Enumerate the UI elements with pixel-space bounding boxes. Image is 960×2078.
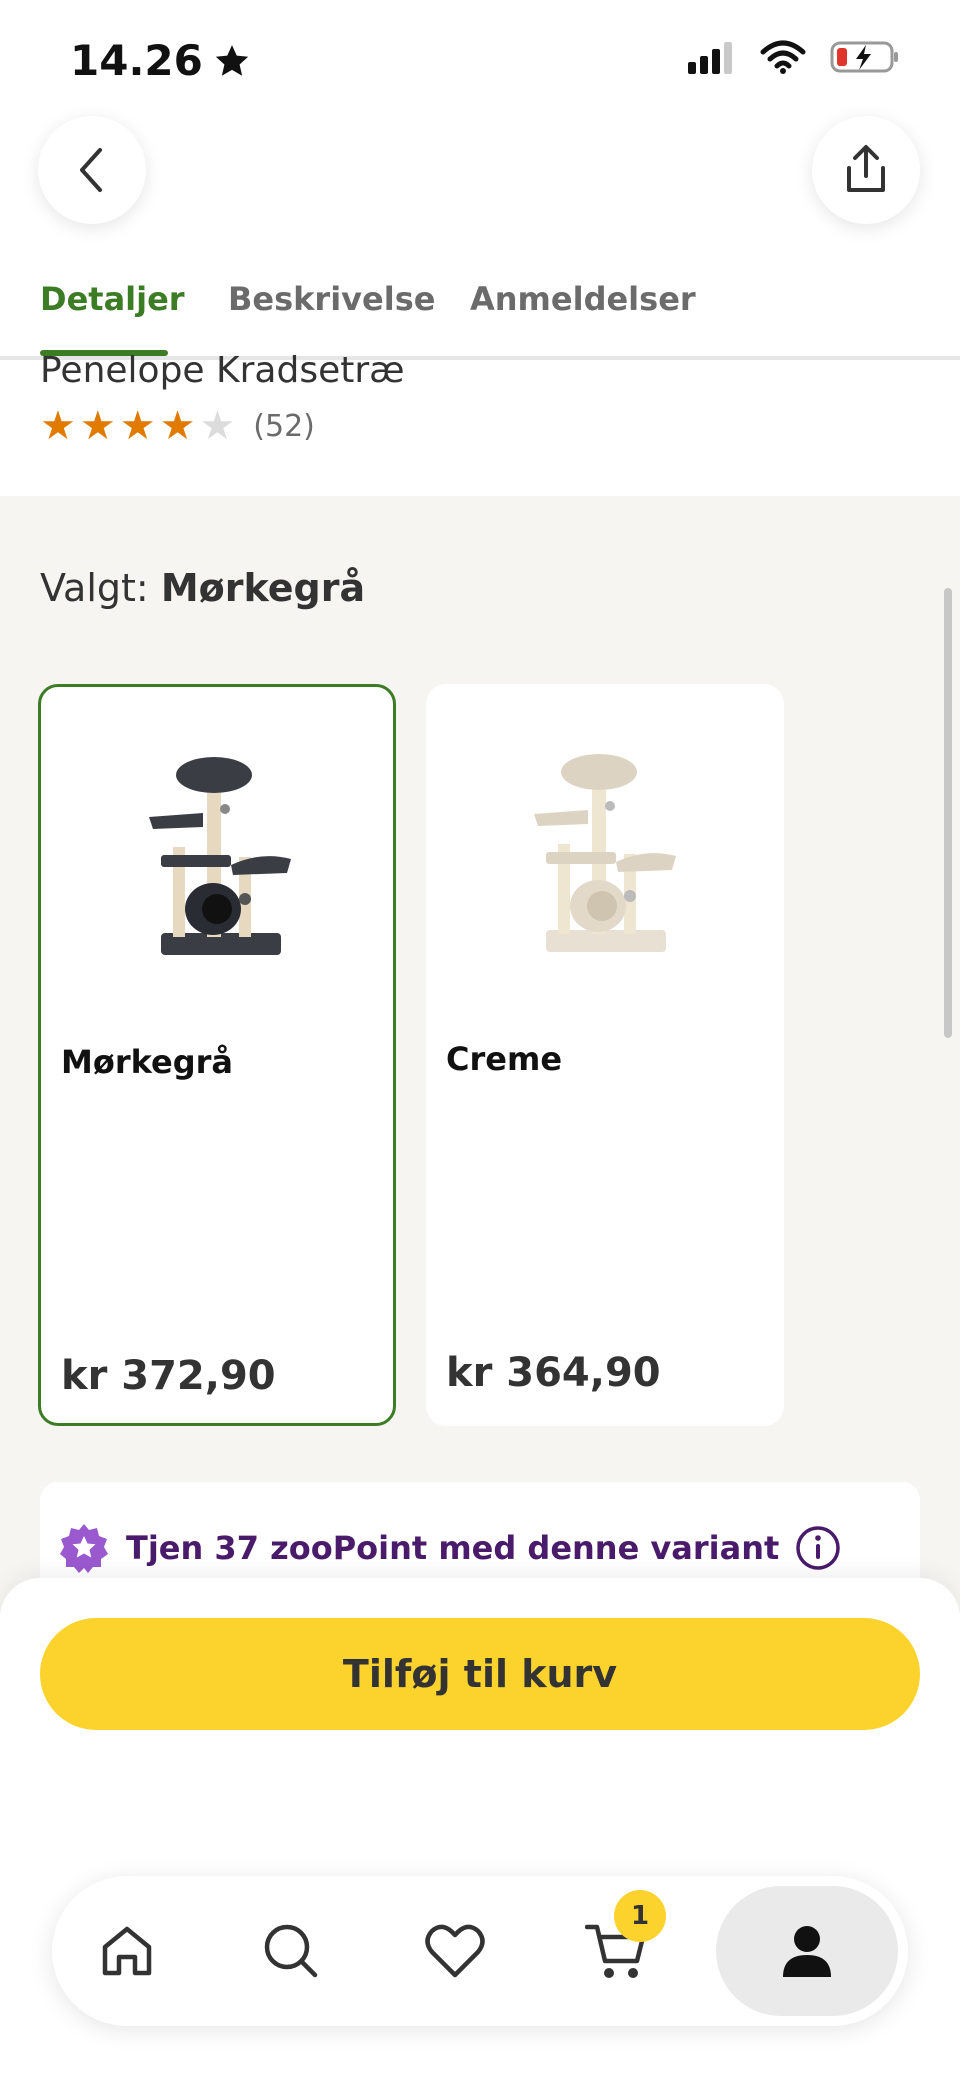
star-icon: ★ [40, 403, 76, 449]
heart-icon [425, 1924, 485, 1978]
variant-name: Creme [446, 1040, 563, 1078]
star-icon: ★ [159, 403, 196, 449]
cat-tree-image-creme [534, 754, 676, 952]
variant-card-creme[interactable]: Creme kr 364,90 [426, 684, 784, 1426]
star-icon: ★ [79, 403, 116, 449]
tab-reviews[interactable]: Anmeldelser [470, 280, 696, 318]
status-time: 14.26 [70, 36, 251, 85]
variant-name: Mørkegrå [61, 1043, 234, 1081]
cart-count-badge: 1 [614, 1890, 666, 1942]
info-icon[interactable] [795, 1525, 841, 1571]
status-time-text: 14.26 [70, 36, 203, 85]
chevron-left-icon [80, 148, 102, 192]
star-icon [215, 44, 249, 76]
variant-price: kr 364,90 [446, 1350, 661, 1396]
signal-icon [688, 42, 732, 74]
zoopoint-badge-icon [60, 1524, 108, 1573]
variant-price: kr 372,90 [61, 1353, 276, 1399]
nav-favorites[interactable] [380, 1876, 530, 2026]
selected-value: Mørkegrå [160, 566, 366, 610]
scrollbar[interactable] [944, 588, 952, 1038]
star-icon: ★ [119, 403, 156, 449]
nav-home[interactable] [52, 1876, 202, 2026]
user-icon [783, 1926, 831, 1977]
selected-prefix: Valgt: [40, 566, 149, 610]
nav-search[interactable] [216, 1876, 366, 2026]
tab-details[interactable]: Detaljer [40, 280, 185, 318]
search-icon [264, 1924, 318, 1978]
product-title: Penelope Kradsetræ [40, 350, 405, 391]
back-button[interactable] [38, 116, 146, 224]
status-icons [686, 40, 900, 74]
cat-tree-image-dark [149, 757, 291, 955]
selected-variant-label: Valgt: Mørkegrå [40, 566, 365, 610]
battery-icon [830, 41, 898, 73]
bottom-nav [52, 1876, 908, 2026]
wifi-icon [760, 40, 806, 74]
nav-account[interactable] [732, 1876, 882, 2026]
tab-bar: Detaljer Beskrivelse Anmeldelser [0, 272, 960, 360]
variant-card-morkegra[interactable]: Mørkegrå kr 372,90 [38, 684, 396, 1426]
tab-description[interactable]: Beskrivelse [228, 280, 435, 318]
add-to-cart-button[interactable]: Tilføj til kurv [40, 1618, 920, 1730]
star-empty-icon: ★ [199, 403, 236, 449]
share-icon [847, 145, 885, 192]
home-icon [102, 1926, 152, 1976]
review-count: (52) [253, 408, 315, 444]
share-button[interactable] [812, 116, 920, 224]
product-rating[interactable]: ★ ★ ★ ★ ★ (52) [40, 406, 315, 446]
nav-cart[interactable] [542, 1876, 692, 2026]
zoopoint-text: Tjen 37 zooPoint med denne variant [126, 1529, 780, 1567]
